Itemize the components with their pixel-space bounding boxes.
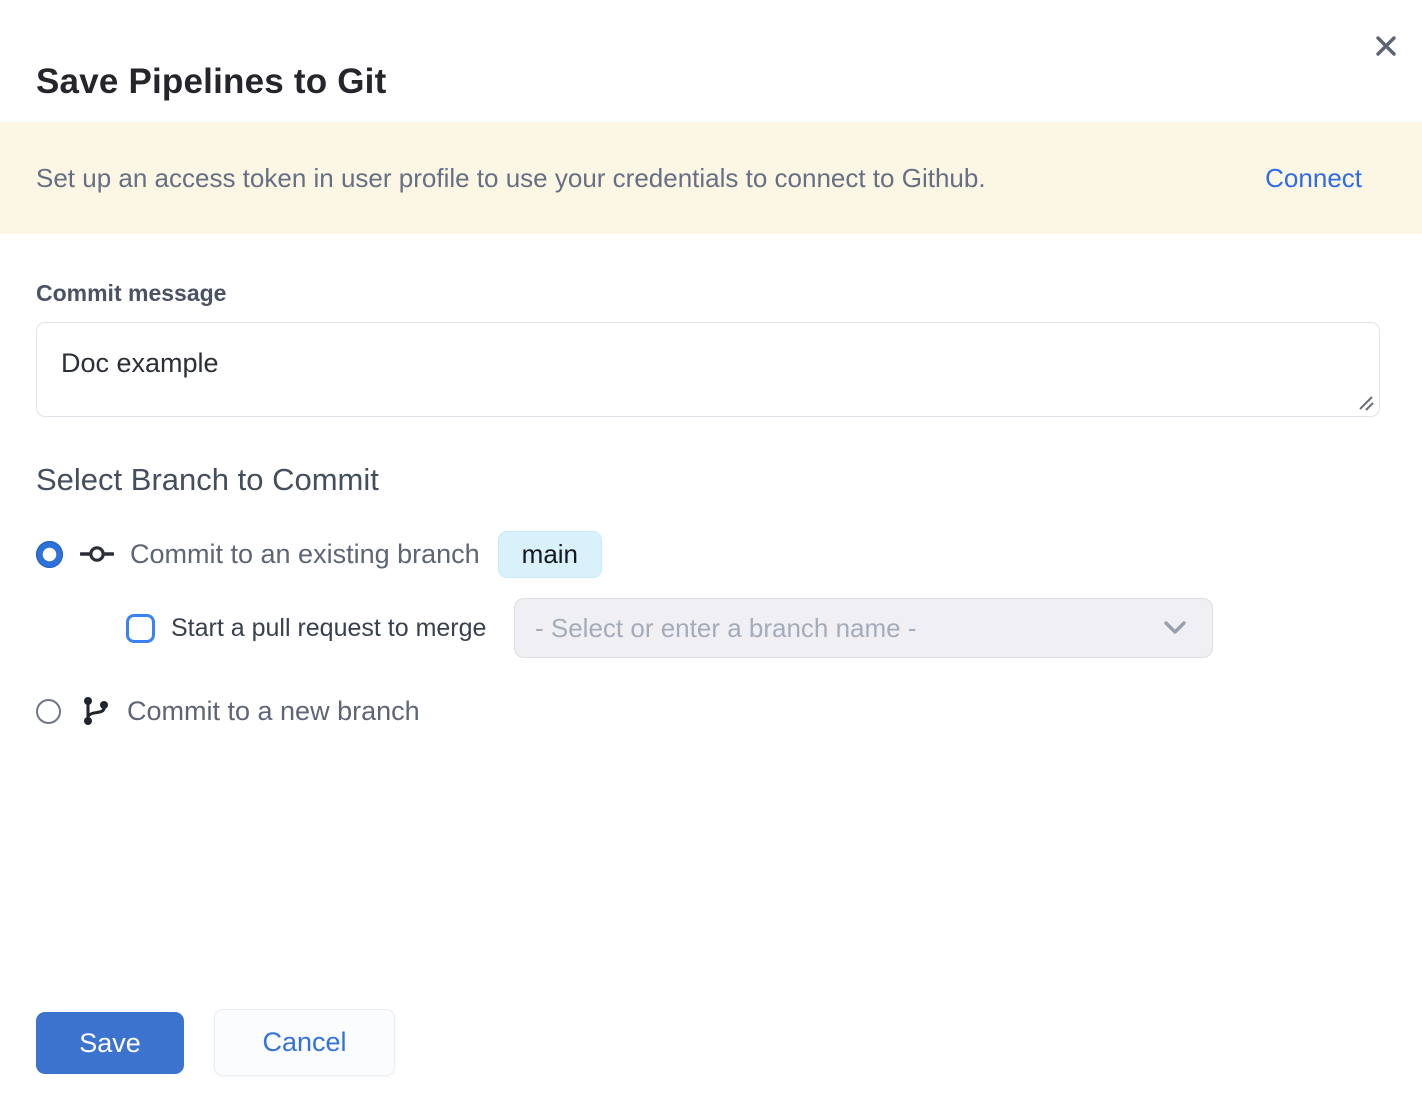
access-token-banner: Set up an access token in user profile t… [0, 122, 1422, 234]
close-button[interactable] [1368, 28, 1404, 64]
page-title: Save Pipelines to Git [36, 62, 386, 102]
commit-message-input[interactable]: Doc example [36, 322, 1380, 417]
pull-request-label[interactable]: Start a pull request to merge [171, 614, 486, 643]
connect-link[interactable]: Connect [1265, 163, 1362, 194]
banner-message: Set up an access token in user profile t… [36, 163, 1241, 194]
save-button[interactable]: Save [36, 1012, 184, 1074]
existing-branch-label[interactable]: Commit to an existing branch [130, 539, 480, 570]
pull-request-checkbox[interactable] [126, 614, 155, 643]
merge-branch-placeholder: - Select or enter a branch name - [535, 613, 1150, 644]
pull-request-row: Start a pull request to merge [126, 598, 486, 658]
chevron-down-icon [1162, 619, 1188, 637]
current-branch-badge: main [498, 531, 602, 578]
close-icon [1371, 31, 1401, 61]
select-branch-heading: Select Branch to Commit [36, 462, 379, 498]
cancel-button[interactable]: Cancel [214, 1009, 395, 1076]
merge-branch-select[interactable]: - Select or enter a branch name - [514, 598, 1213, 658]
git-commit-icon [80, 542, 114, 566]
existing-branch-row: Commit to an existing branch main [36, 536, 602, 572]
existing-branch-radio[interactable] [36, 541, 63, 568]
new-branch-label[interactable]: Commit to a new branch [127, 696, 420, 727]
new-branch-row: Commit to a new branch [36, 694, 420, 728]
commit-message-label: Commit message [36, 280, 226, 307]
new-branch-radio[interactable] [36, 699, 61, 724]
git-branch-icon [81, 695, 111, 727]
